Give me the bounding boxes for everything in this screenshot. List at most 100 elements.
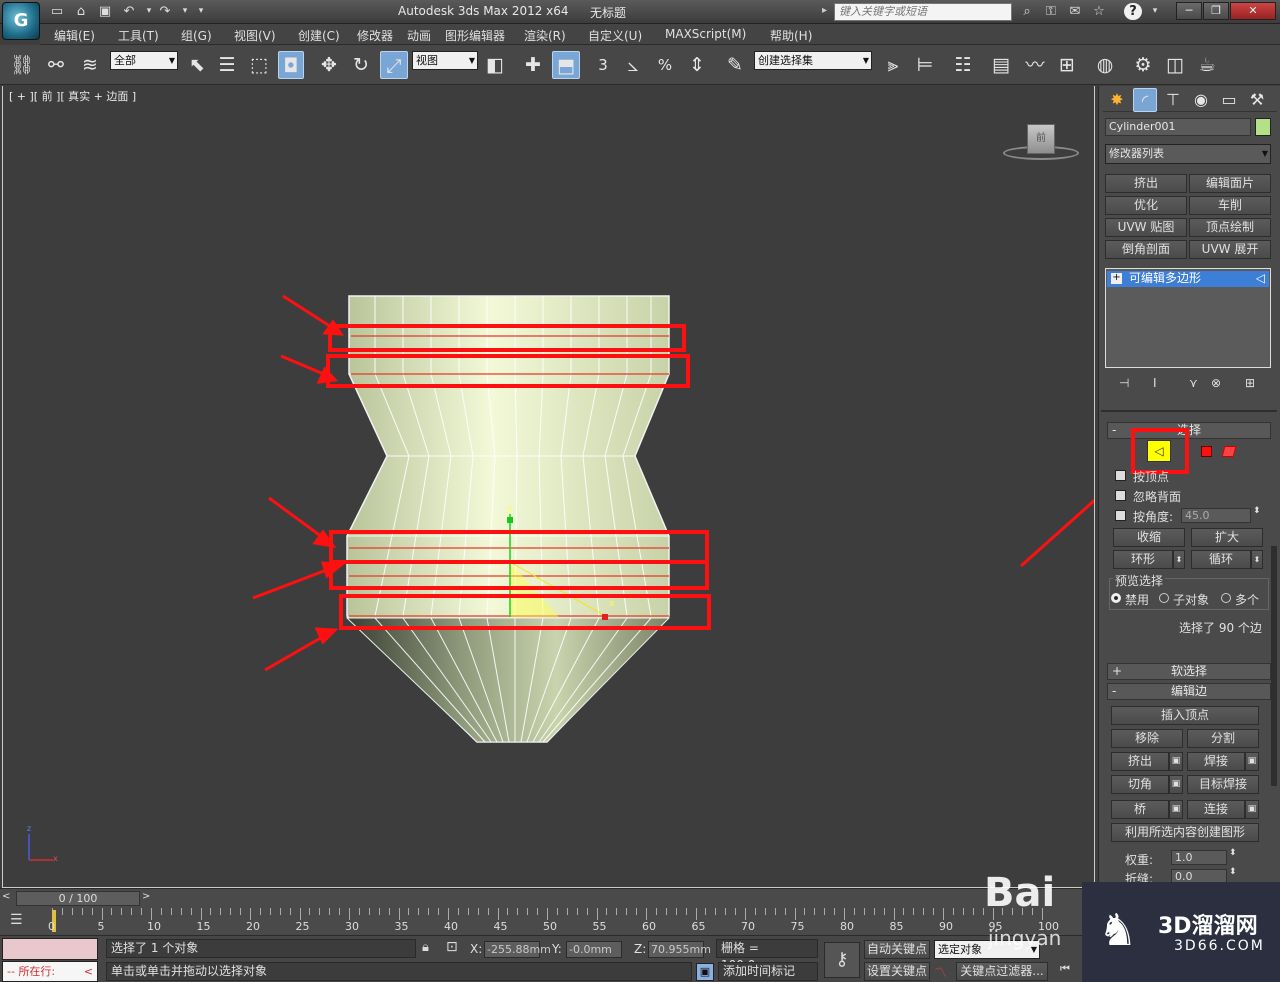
move-icon[interactable]: ✥: [316, 51, 342, 79]
link-icon[interactable]: ⛓: [8, 51, 36, 79]
spinner-snap-icon[interactable]: ⇕: [684, 51, 710, 79]
object-name-field[interactable]: Cylinder001: [1105, 118, 1251, 136]
pin-stack-icon[interactable]: ⊣: [1119, 376, 1129, 390]
menu-customize[interactable]: 自定义(U): [588, 27, 642, 44]
selection-filter-dropdown[interactable]: 全部: [110, 51, 178, 70]
menu-animation[interactable]: 动画: [407, 27, 431, 44]
auto-key-button[interactable]: 自动关键点: [864, 940, 930, 959]
help-icon[interactable]: ?: [1124, 3, 1142, 20]
weld-button[interactable]: 焊接: [1187, 752, 1245, 771]
mod-unwrap-uvw-button[interactable]: UVW 展开: [1189, 240, 1271, 259]
mod-optimize-button[interactable]: 优化: [1105, 196, 1187, 215]
bridge-settings-icon[interactable]: ▣: [1169, 800, 1183, 819]
maximize-button[interactable]: ❐: [1203, 2, 1229, 20]
edit-edges-rollout-header[interactable]: - 编辑边: [1107, 683, 1271, 700]
split-button[interactable]: 分割: [1187, 729, 1259, 748]
minimize-button[interactable]: ─: [1176, 2, 1202, 20]
chamfer-button[interactable]: 切角: [1111, 775, 1169, 794]
element-mode-icon[interactable]: [1221, 446, 1237, 457]
cylinder-mesh[interactable]: y x: [3, 86, 1095, 888]
reference-coord-dropdown[interactable]: 视图: [412, 51, 478, 70]
preview-multi-radio[interactable]: [1221, 593, 1231, 603]
connect-settings-icon[interactable]: ▣: [1245, 800, 1259, 819]
percent-snap-icon[interactable]: %: [652, 51, 678, 79]
undo-icon[interactable]: ↶: [120, 3, 138, 20]
front-viewport[interactable]: [ + ][ 前 ][ 真实 + 边面 ] 前 y x z x: [2, 86, 1095, 888]
expand-search-icon[interactable]: ▸: [822, 5, 827, 16]
set-key-icon[interactable]: ⚷: [824, 942, 860, 978]
select-by-name-icon[interactable]: ☰: [214, 51, 240, 79]
maxscript-listener-mini[interactable]: [2, 938, 98, 960]
render-setup-icon[interactable]: ⚙: [1130, 51, 1156, 79]
named-selection-dropdown[interactable]: 创建选择集: [754, 51, 872, 70]
add-time-tag-field[interactable]: 添加时间标记: [718, 962, 818, 981]
mod-lathe-button[interactable]: 车削: [1189, 196, 1271, 215]
time-next-arrow[interactable]: >: [142, 891, 154, 906]
key-filters-button[interactable]: 关键点过滤器...: [956, 962, 1048, 981]
menu-group[interactable]: 组(G): [181, 27, 212, 44]
menu-create[interactable]: 创建(C): [298, 27, 340, 44]
time-slider[interactable]: 0 / 100: [16, 891, 140, 906]
time-tag-icon[interactable]: ▣: [696, 963, 714, 981]
open-file-icon[interactable]: ⌂: [72, 3, 90, 20]
track-bar[interactable]: ☰ 0 5 10 15 20 25 30 35 40 45 50 55 60 65 70 75 80 85 90 95…: [0, 908, 1100, 935]
x-coordinate-field[interactable]: -255.88mm: [484, 941, 551, 958]
scale-icon[interactable]: ⤢: [380, 51, 408, 79]
target-weld-button[interactable]: 目标焊接: [1187, 775, 1259, 794]
edit-named-selection-icon[interactable]: ✎: [722, 51, 748, 79]
angle-snap-icon[interactable]: ⦣: [620, 51, 646, 79]
preview-subobj-radio[interactable]: [1159, 593, 1169, 603]
show-end-result-icon[interactable]: Ⅰ: [1153, 376, 1157, 390]
menu-tools[interactable]: 工具(T): [118, 27, 159, 44]
rotate-icon[interactable]: ↻: [348, 51, 374, 79]
insert-vertex-button[interactable]: 插入顶点: [1111, 706, 1259, 725]
communication-icon[interactable]: ✉: [1066, 3, 1084, 20]
mod-edit-patch-button[interactable]: 编辑面片: [1189, 174, 1271, 193]
stack-item-editable-poly[interactable]: + 可编辑多边形 ◁: [1107, 271, 1269, 287]
unlink-icon[interactable]: ⚯: [42, 51, 70, 79]
goto-start-icon[interactable]: ⏮: [1060, 962, 1070, 976]
render-teapot-icon[interactable]: ☕: [1194, 51, 1220, 79]
z-coordinate-field[interactable]: 70.955mm: [648, 941, 711, 958]
weld-settings-icon[interactable]: ▣: [1245, 752, 1259, 771]
save-icon[interactable]: ▣: [96, 3, 114, 20]
mod-vertex-paint-button[interactable]: 顶点绘制: [1189, 218, 1271, 237]
remove-modifier-icon[interactable]: ⊗: [1211, 376, 1221, 390]
menu-rendering[interactable]: 渲染(R): [524, 27, 566, 44]
time-prev-arrow[interactable]: <: [2, 891, 14, 906]
snaps-toggle-icon[interactable]: 3: [590, 51, 616, 79]
close-button[interactable]: ✕: [1230, 2, 1276, 20]
pivot-center-icon[interactable]: ◧: [482, 51, 508, 79]
quick-access-menu-icon[interactable]: ▾: [192, 3, 210, 20]
expand-plus-icon[interactable]: +: [1111, 273, 1122, 284]
create-shape-button[interactable]: 利用所选内容创建图形: [1111, 823, 1259, 842]
polygon-mode-icon[interactable]: [1201, 446, 1212, 457]
angle-spinner-arrows[interactable]: ⬍: [1253, 506, 1261, 516]
redo-icon[interactable]: ↷: [156, 3, 174, 20]
mod-uvw-map-button[interactable]: UVW 贴图: [1105, 218, 1187, 237]
favorites-star-icon[interactable]: ☆: [1090, 3, 1108, 20]
hierarchy-tab-icon[interactable]: ⊤: [1161, 88, 1185, 112]
select-manipulate-icon[interactable]: ✚: [520, 51, 546, 79]
material-editor-icon[interactable]: ◍: [1092, 51, 1118, 79]
open-mini-curve-editor-icon[interactable]: ☰: [10, 912, 23, 928]
angle-spinner[interactable]: 45.0: [1181, 508, 1251, 523]
make-unique-icon[interactable]: ⋎: [1189, 376, 1198, 390]
subscription-key-icon[interactable]: ⚿: [1042, 3, 1060, 20]
window-crossing-icon[interactable]: ◘: [278, 51, 304, 79]
display-tab-icon[interactable]: ▭: [1217, 88, 1241, 112]
ring-spinner[interactable]: ⬍: [1173, 550, 1185, 569]
menu-modifiers[interactable]: 修改器: [357, 27, 393, 44]
graphite-ribbon-icon[interactable]: ▤: [988, 51, 1014, 79]
schematic-view-icon[interactable]: ⊞: [1054, 51, 1080, 79]
panel-scrollbar[interactable]: [1271, 546, 1277, 786]
menu-help[interactable]: 帮助(H): [770, 27, 812, 44]
bind-space-warp-icon[interactable]: ≋: [76, 51, 104, 79]
mod-extrude-button[interactable]: 挤出: [1105, 174, 1187, 193]
mirror-icon[interactable]: ⫸: [880, 51, 906, 79]
loop-button[interactable]: 循环: [1191, 550, 1251, 569]
new-file-icon[interactable]: ▭: [48, 3, 66, 20]
menu-views[interactable]: 视图(V): [234, 27, 276, 44]
bridge-button[interactable]: 桥: [1111, 800, 1169, 819]
set-key-button[interactable]: 设置关键点: [864, 962, 930, 981]
